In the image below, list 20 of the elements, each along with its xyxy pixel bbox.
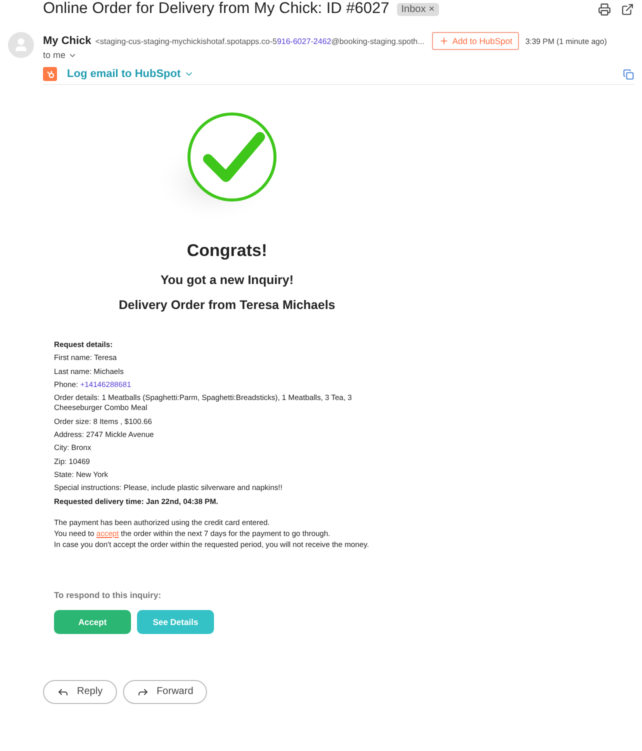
email-subject: Online Order for Delivery from My Chick: ID #6027 xyxy=(43,0,390,18)
plus-icon xyxy=(439,36,450,46)
phone-link[interactable]: 916-6027-2462 xyxy=(276,36,332,46)
hubspot-logo-icon xyxy=(43,67,57,81)
open-in-new-window-icon[interactable] xyxy=(621,2,634,16)
congrats-heading: Congrats! xyxy=(186,241,268,261)
log-email-dropdown[interactable]: Log email to HubSpot xyxy=(67,68,194,80)
recipient-dropdown[interactable]: to me xyxy=(43,50,636,60)
sender-name: My Chick xyxy=(43,35,92,47)
print-icon[interactable] xyxy=(598,2,611,16)
order-heading: Delivery Order from Teresa Michaels xyxy=(118,298,336,312)
forward-button[interactable]: Forward xyxy=(122,680,208,704)
subtitle: You got a new Inquiry! xyxy=(160,273,294,287)
respond-prompt: To respond to this inquiry: xyxy=(54,590,162,600)
avatar-icon xyxy=(8,32,34,58)
reply-button[interactable]: Reply xyxy=(43,680,117,704)
add-to-hubspot-button[interactable]: Add to HubSpot xyxy=(432,32,520,50)
sender-address: <staging-cus-staging-mychickishotaf.spotapps.co-5916-6027-2462@booking-staging.spoth... xyxy=(95,36,424,46)
inbox-label[interactable]: Inbox × xyxy=(397,2,439,16)
copy-icon[interactable] xyxy=(623,68,634,80)
